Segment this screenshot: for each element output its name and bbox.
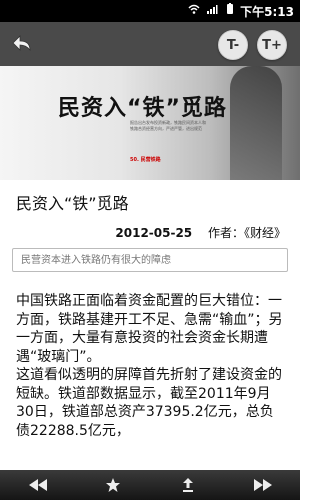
article-paragraph: 中国铁路正面临着资金配置的巨大错位：一方面，铁路基建开工不足、急需“输血”；另一… [16,293,283,365]
hero-title: 民资入“铁”觅路 [58,96,227,121]
star-icon [105,478,120,492]
favorite-button[interactable] [102,476,124,494]
hero-caption: 报告出台发布投资新政，铁路民间资本人和铁路合资经营方向，严进严管，进出规范 [130,120,206,131]
article-body: 中国铁路正面临着资金配置的巨大错位：一方面，铁路基建开工不足、急需“输血”；另一… [16,292,286,440]
fast-forward-button[interactable] [252,476,274,494]
article-summary: 民营资本进入铁路仍有很大的障虑 [12,248,288,272]
back-arrow-icon [12,35,31,52]
article-meta: 2012-05-25 作者：《财经》 [0,224,286,241]
status-bar: 下午5:13 [0,0,300,22]
status-time: 下午5:13 [240,5,294,19]
status-icons [188,3,236,15]
article-title: 民资入“铁”觅路 [16,194,129,213]
article-date: 2012-05-25 [115,226,193,240]
rewind-button[interactable] [27,476,49,494]
wifi-icon [188,3,200,15]
hero-image: 民资入“铁”觅路 报告出台发布投资新政，铁路民间资本人和铁路合资经营方向，严进严… [0,66,300,180]
font-decrease-button[interactable]: T- [218,30,248,60]
rewind-icon [28,479,47,491]
bottom-nav [0,470,300,500]
share-button[interactable] [177,476,199,494]
signal-icon [206,3,218,15]
share-icon [182,478,193,492]
article-author: 作者：《财经》 [207,226,286,240]
back-button[interactable] [10,30,38,58]
article-paragraph: 这道看似透明的屏障首先折射了建设资金的短缺。铁道部数据显示，截至2011年9月3… [16,367,282,439]
fast-forward-icon [253,479,272,491]
battery-icon [224,3,236,15]
toolbar: T- T+ [0,22,300,66]
hero-silhouette [230,66,282,180]
hero-brand: 50. 民营铁路 [130,157,161,163]
font-increase-button[interactable]: T+ [257,30,287,60]
